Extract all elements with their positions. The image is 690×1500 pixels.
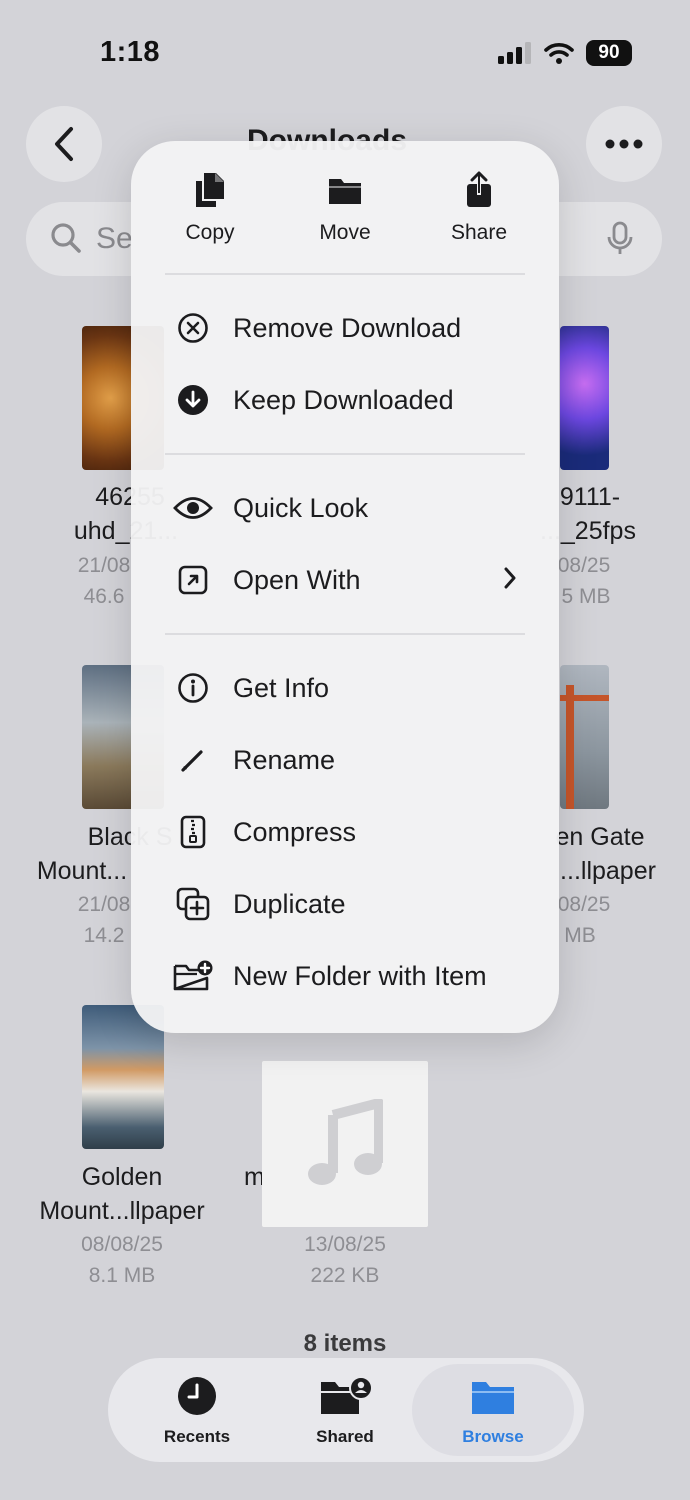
tab-shared[interactable]: Shared bbox=[275, 1376, 415, 1447]
microphone-icon[interactable] bbox=[607, 221, 633, 257]
shared-folder-icon bbox=[321, 1376, 373, 1414]
cellular-signal-icon bbox=[498, 42, 531, 64]
back-button[interactable] bbox=[26, 106, 102, 182]
tab-recents[interactable]: Recents bbox=[127, 1376, 267, 1447]
folder-plus-icon bbox=[171, 960, 215, 992]
file-date: 13/08/25 bbox=[304, 1233, 386, 1256]
menu-item-label: Rename bbox=[233, 744, 336, 775]
file-thumbnail[interactable] bbox=[560, 326, 609, 470]
status-time: 1:18 bbox=[100, 36, 161, 68]
remove-download-item[interactable]: Remove Download bbox=[131, 298, 559, 358]
duplicate-icon bbox=[171, 887, 215, 921]
info-icon bbox=[171, 672, 215, 704]
menu-item-label: Get Info bbox=[233, 672, 330, 703]
menu-item-label: Quick Look bbox=[233, 492, 369, 523]
menu-item-label: New Folder with Item bbox=[233, 960, 487, 991]
menu-item-label: Compress bbox=[233, 816, 357, 847]
items-count: 8 items bbox=[303, 1330, 387, 1357]
compress-item[interactable]: Compress bbox=[131, 802, 559, 862]
tab-browse[interactable]: Browse bbox=[423, 1376, 563, 1447]
file-size: 8.1 MB bbox=[88, 1264, 156, 1287]
copy-label: Copy bbox=[185, 221, 235, 244]
menu-divider bbox=[165, 633, 525, 635]
tab-label: Browse bbox=[462, 1427, 524, 1446]
menu-divider bbox=[165, 453, 525, 455]
file-thumbnail[interactable] bbox=[560, 665, 609, 809]
get-info-item[interactable]: Get Info bbox=[131, 658, 559, 718]
file-name: m bbox=[244, 1163, 265, 1191]
search-icon bbox=[51, 223, 81, 253]
battery-icon: 90 bbox=[586, 40, 632, 66]
audio-file-thumbnail[interactable] bbox=[262, 1061, 428, 1227]
open-with-item[interactable]: Open With bbox=[131, 550, 559, 610]
more-options-button[interactable] bbox=[586, 106, 662, 182]
share-icon bbox=[467, 171, 491, 207]
new-folder-with-item[interactable]: New Folder with Item bbox=[131, 946, 559, 1006]
keep-downloaded-item[interactable]: Keep Downloaded bbox=[131, 370, 559, 430]
clock-icon bbox=[178, 1377, 216, 1415]
move-button[interactable]: Move bbox=[285, 171, 405, 245]
copy-icon bbox=[196, 173, 224, 207]
eye-icon bbox=[171, 495, 215, 521]
share-label: Share bbox=[450, 221, 508, 244]
menu-divider bbox=[165, 273, 525, 275]
download-circle-icon bbox=[171, 384, 215, 416]
share-button[interactable]: Share bbox=[419, 171, 539, 245]
battery-level: 90 bbox=[598, 42, 620, 63]
zip-icon bbox=[171, 815, 215, 849]
search-input[interactable]: Se bbox=[96, 222, 133, 256]
folder-icon bbox=[329, 179, 361, 204]
file-size: 222 KB bbox=[310, 1264, 380, 1287]
music-note-icon bbox=[308, 1099, 383, 1185]
wifi-icon bbox=[544, 43, 574, 64]
file-name: Golden bbox=[81, 1163, 163, 1191]
rename-item[interactable]: Rename bbox=[131, 730, 559, 790]
pencil-icon bbox=[171, 746, 215, 774]
tab-label: Recents bbox=[163, 1427, 231, 1446]
menu-item-label: Duplicate bbox=[233, 888, 346, 919]
duplicate-item[interactable]: Duplicate bbox=[131, 874, 559, 934]
quick-look-item[interactable]: Quick Look bbox=[131, 478, 559, 538]
tab-label: Shared bbox=[316, 1427, 374, 1446]
file-name: Mount...llpaper bbox=[39, 1197, 205, 1225]
copy-button[interactable]: Copy bbox=[150, 171, 270, 245]
browse-folder-icon bbox=[472, 1382, 514, 1414]
context-menu: Copy Move Share Remove Download Keep Dow… bbox=[131, 141, 559, 1033]
menu-item-label: Keep Downloaded bbox=[233, 384, 454, 415]
chevron-left-icon bbox=[55, 127, 73, 161]
chevron-right-icon bbox=[504, 567, 516, 589]
open-external-icon bbox=[171, 565, 215, 595]
ellipsis-icon bbox=[605, 139, 643, 149]
remove-circle-icon bbox=[171, 312, 215, 344]
file-date: 08/08/25 bbox=[81, 1233, 163, 1256]
status-icons: 90 bbox=[498, 40, 632, 66]
move-label: Move bbox=[319, 221, 371, 244]
menu-item-label: Open With bbox=[233, 564, 361, 595]
menu-item-label: Remove Download bbox=[233, 312, 462, 343]
